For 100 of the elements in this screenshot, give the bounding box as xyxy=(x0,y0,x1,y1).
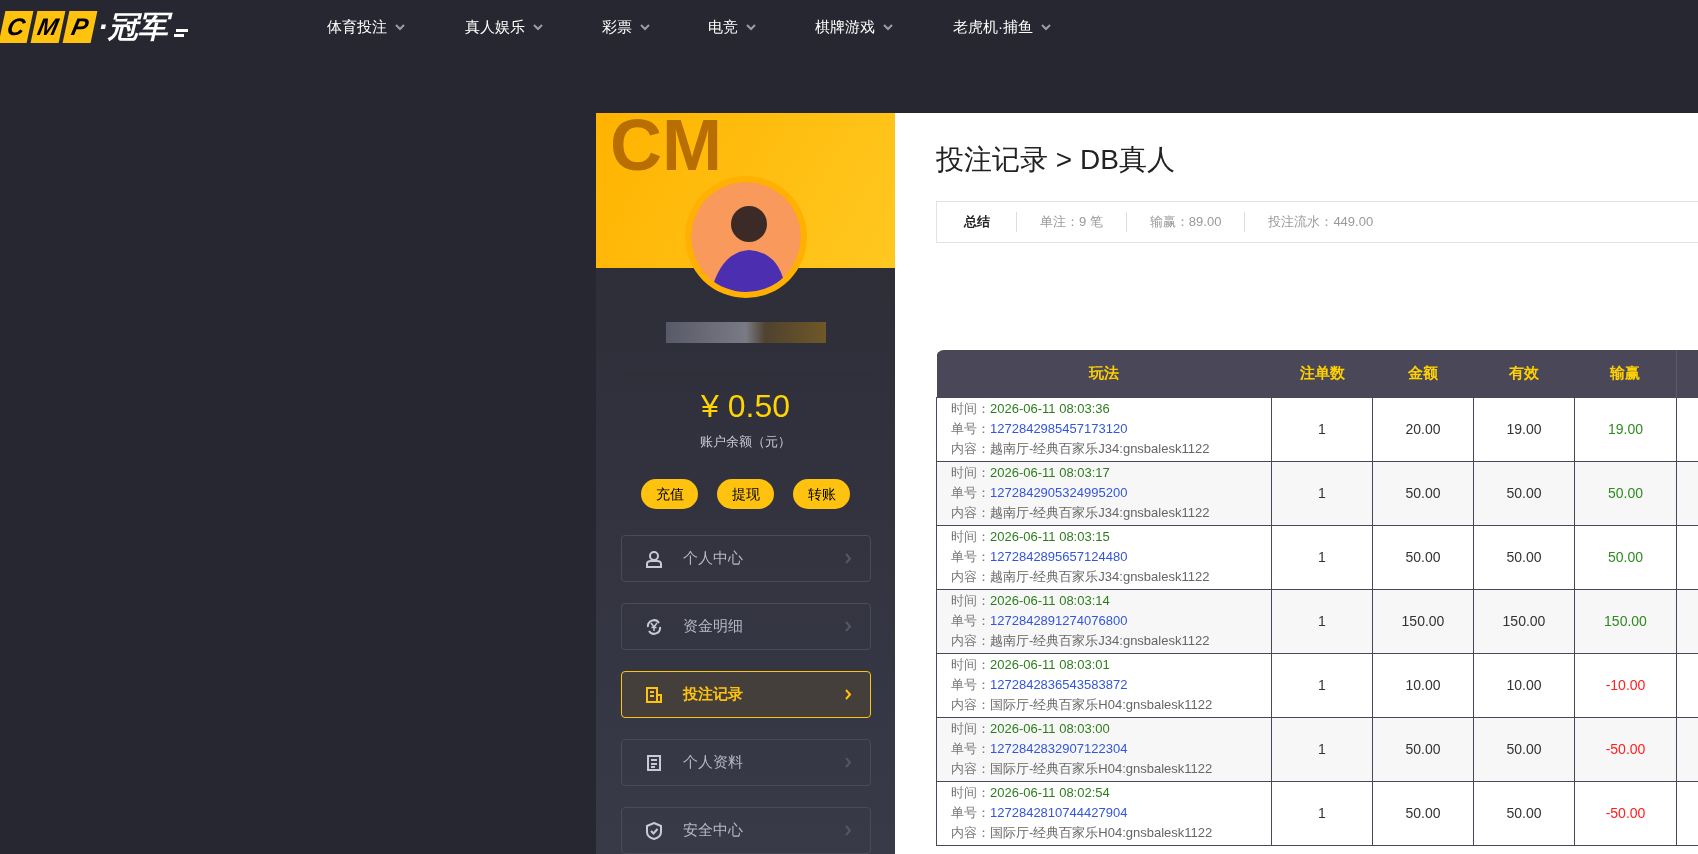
chevron-right-icon xyxy=(844,825,852,836)
table-cell: 1 xyxy=(1271,589,1373,653)
win-loss-cell: -10.00 xyxy=(1574,653,1677,717)
sidebar-menu-item[interactable]: 个人资料 xyxy=(620,739,871,786)
action-button[interactable]: 转账 xyxy=(793,479,850,509)
field-label: 时间： xyxy=(951,465,990,480)
field-value: 2026-06-11 08:03:00 xyxy=(990,721,1110,736)
field-label: 时间： xyxy=(951,657,990,672)
yen-cycle-icon xyxy=(644,617,663,636)
field-value: 2026-06-11 08:03:14 xyxy=(990,593,1110,608)
field-value: 国际厅-经典百家乐H04:gnsbalesk1122 xyxy=(990,825,1213,840)
field-label: 内容： xyxy=(951,697,990,712)
shield-check-icon xyxy=(644,821,663,840)
field-label: 单号： xyxy=(951,613,990,628)
table-cell: 1 xyxy=(1271,717,1373,781)
field-label: 单号： xyxy=(951,485,990,500)
chevron-right-icon xyxy=(844,757,852,768)
chevron-right-icon xyxy=(844,553,852,564)
summary-item: 投注流水：449.00 xyxy=(1267,213,1375,232)
win-loss-cell: 50.00 xyxy=(1574,525,1677,589)
field-label: 内容： xyxy=(951,825,990,840)
table-cell: 50.00 xyxy=(1372,717,1474,781)
field-label: 时间： xyxy=(951,785,990,800)
caret-icon xyxy=(746,23,756,31)
win-loss-cell: 19.00 xyxy=(1574,397,1677,461)
person-icon xyxy=(644,549,663,568)
field-label: 内容： xyxy=(951,505,990,520)
table-cell: 1 xyxy=(1271,397,1373,461)
field-value: 2026-06-11 08:03:36 xyxy=(990,401,1110,416)
field-value: 越南厅-经典百家乐J34:gnsbalesk1122 xyxy=(990,633,1210,648)
win-loss-cell: -50.00 xyxy=(1574,717,1677,781)
field-label: 时间： xyxy=(951,721,990,736)
logo-mark-icon xyxy=(174,29,188,37)
field-value: 国际厅-经典百家乐H04:gnsbalesk1122 xyxy=(990,697,1213,712)
column-header: 有效 xyxy=(1473,350,1575,397)
nav-link[interactable]: 电竞 xyxy=(708,15,815,39)
field-value: 1272842985457173120 xyxy=(990,421,1128,436)
field-value: 2026-06-11 08:03:15 xyxy=(990,529,1110,544)
nav-link[interactable]: 彩票 xyxy=(602,15,708,39)
table-cell: 1 xyxy=(1271,525,1373,589)
banner-watermark: CM xyxy=(610,115,722,175)
table-cell: 50.00 xyxy=(1372,525,1474,589)
field-value: 国际厅-经典百家乐H04:gnsbalesk1122 xyxy=(990,761,1213,776)
table-cell: 150.00 xyxy=(1372,589,1474,653)
field-value: 2026-06-11 08:03:17 xyxy=(990,465,1110,480)
field-value: 1272842810744427904 xyxy=(990,805,1128,820)
sidebar-menu-item[interactable]: 安全中心 xyxy=(620,807,871,854)
field-label: 时间： xyxy=(951,401,990,416)
win-loss-cell: 150.00 xyxy=(1574,589,1677,653)
page-title: 投注记录 > DB真人 xyxy=(936,146,1176,174)
logo-letter: M xyxy=(30,11,66,43)
field-value: 越南厅-经典百家乐J34:gnsbalesk1122 xyxy=(990,441,1210,456)
column-header: 输赢 xyxy=(1574,350,1677,397)
field-label: 时间： xyxy=(951,593,990,608)
win-loss-cell: 50.00 xyxy=(1574,461,1677,525)
table-cell: 10.00 xyxy=(1372,653,1474,717)
field-label: 单号： xyxy=(951,549,990,564)
document-icon xyxy=(644,685,663,704)
table-cell: 1 xyxy=(1271,781,1373,845)
chevron-right-icon xyxy=(844,621,852,632)
field-label: 内容： xyxy=(951,633,990,648)
action-button[interactable]: 充值 xyxy=(641,479,698,509)
caret-icon xyxy=(640,23,650,31)
caret-icon xyxy=(395,23,405,31)
table-cell: 19.00 xyxy=(1473,397,1575,461)
sidebar-menu-item[interactable]: 个人中心 xyxy=(620,535,871,582)
logo-letter: C xyxy=(0,11,34,43)
table-cell: 1 xyxy=(1271,653,1373,717)
field-label: 内容： xyxy=(951,761,990,776)
nav-link[interactable]: 棋牌游戏 xyxy=(815,15,953,39)
table-cell: 50.00 xyxy=(1473,525,1575,589)
table-cell: 20.00 xyxy=(1372,397,1474,461)
balance-amount: ¥ 0.50 xyxy=(701,389,790,422)
table-cell: 50.00 xyxy=(1473,781,1575,845)
logo-text: ·冠军 xyxy=(98,7,172,47)
table-cell: 50.00 xyxy=(1372,781,1474,845)
nav-link[interactable]: 真人娱乐 xyxy=(465,15,602,39)
column-header: 注单数 xyxy=(1271,350,1373,397)
caret-icon xyxy=(883,23,893,31)
clipboard-icon xyxy=(644,753,663,772)
table-cell: 1 xyxy=(1271,461,1373,525)
sidebar-menu-item[interactable]: 资金明细 xyxy=(620,603,871,650)
nav-link[interactable]: 老虎机·捕鱼 xyxy=(953,15,1103,39)
field-value: 1272842836543583872 xyxy=(990,677,1128,692)
logo-letter: P xyxy=(62,11,98,43)
sidebar-menu-item[interactable]: 投注记录 xyxy=(620,671,871,718)
field-label: 单号： xyxy=(951,741,990,756)
table-cell: 50.00 xyxy=(1473,461,1575,525)
summary-item: 输赢：89.00 xyxy=(1126,212,1246,232)
chevron-right-icon xyxy=(844,689,852,700)
column-header: 玩法 xyxy=(936,350,1272,397)
balance-label: 账户余额（元） xyxy=(700,432,791,451)
nav-link[interactable]: 体育投注 xyxy=(327,15,465,39)
summary-item: 单注：9 笔 xyxy=(1017,212,1127,232)
field-value: 1272842832907122304 xyxy=(990,741,1128,756)
table-cell: 50.00 xyxy=(1372,461,1474,525)
caret-icon xyxy=(533,23,543,31)
field-value: 1272842891274076800 xyxy=(990,613,1128,628)
table-cell: 10.00 xyxy=(1473,653,1575,717)
action-button[interactable]: 提现 xyxy=(717,479,774,509)
